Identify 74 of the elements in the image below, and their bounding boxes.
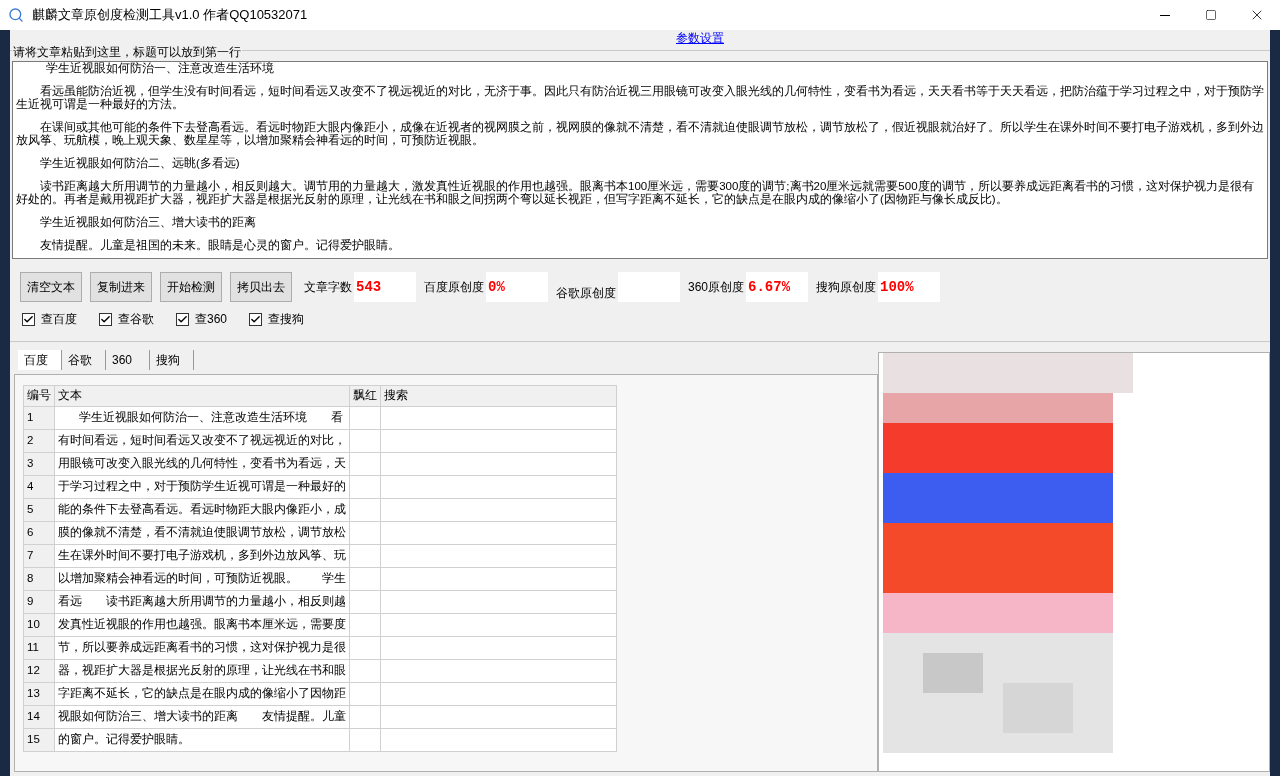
- stat-label: 360原创度: [688, 279, 745, 296]
- stat-field: 100%: [878, 272, 941, 302]
- row-number-cell: 10: [23, 613, 55, 637]
- table-cell: 以增加聚精会神看远的时间，可预防近视眼。 学生: [54, 567, 350, 591]
- group-label: 请将文章粘贴到这里，标题可以放到第一行: [12, 43, 242, 61]
- article-text-area[interactable]: [12, 61, 1268, 259]
- stat-label: 文章字数: [304, 279, 352, 296]
- check-icon: [23, 313, 34, 325]
- checkbox[interactable]: [22, 312, 35, 326]
- maximize-icon: [1205, 9, 1217, 21]
- row-number-cell: 2: [23, 429, 55, 453]
- article-paragraph: 读书距离越大所用调节的力量越小，相反则越大。调节用的力量越大，激发真性近视眼的作用也越强。眼离书本100厘米远，需要300度的调节;离书20厘米远就需要500度的调节，所以要养成远距离看书的习惯，这对保护视力是很有好处的。再者是戴用视距扩大器，视距扩大器是根据光反射的原理，让光线在书和眼之间拐两个弯以延长视距，但写字距离不延长，它的缺点是在眼内成的像缩小了(因物距与像长成反比)。: [16, 180, 1255, 206]
- stat-label: 百度原创度: [424, 279, 484, 296]
- row-number-cell: 11: [23, 636, 55, 660]
- table-cell: 节，所以要养成远距离看书的习惯，这对保护视力是很: [54, 636, 350, 660]
- table-cell: 字距离不延长，它的缺点是在眼内成的像缩小了因物距: [54, 682, 350, 706]
- row-number-cell: 9: [23, 590, 55, 614]
- checkbox-label: 查搜狗: [268, 311, 305, 328]
- magnifier-icon: [8, 7, 24, 23]
- stat-field: 543: [354, 272, 416, 302]
- table-cell: 看远 读书距离越大所用调节的力量越小，相反则越: [54, 590, 350, 614]
- checkbox-label: 查百度: [41, 311, 77, 328]
- article-paragraph: 友情提醒。儿童是祖国的未来。眼睛是心灵的窗户。记得爱护眼睛。: [39, 239, 401, 252]
- row-number-cell: 7: [23, 544, 55, 568]
- window-title: 麒麟文章原创度检测工具v1.0 作者QQ10532071: [32, 6, 308, 25]
- row-number-cell: 6: [23, 521, 55, 545]
- table-cell: 于学习过程之中，对于预防学生近视可谓是一种最好的: [54, 475, 350, 499]
- table-cell: 生在课外时间不要打电子游戏机，多到外边放风筝、玩: [54, 544, 350, 568]
- column-header[interactable]: 飘红: [349, 385, 381, 407]
- table-cell: 学生近视眼如何防治一、注意改造生活环境 看: [54, 406, 350, 430]
- column-header[interactable]: 编号: [23, 385, 55, 407]
- stat-label: 谷歌原创度: [556, 285, 616, 302]
- checkbox[interactable]: [176, 312, 189, 326]
- action-button[interactable]: 开始检测: [160, 272, 222, 302]
- row-number-cell: 1: [23, 406, 55, 430]
- article-paragraph: 看远虽能防治近视，但学生没有时间看远，短时间看远又改变不了视远视近的对比，无济于事。因此只有防治近视三用眼镜可改变入眼光线的几何特性，变看书为看远，天天看书等于天天看远，把防治蕴于学习过程之中，对于预防学生近视可谓是一种最好的方法。: [16, 85, 1264, 111]
- article-paragraph: 学生近视眼如何防治一、注意改造生活环境: [45, 62, 275, 75]
- check-icon: [250, 313, 262, 325]
- table-cell: 有时间看远，短时间看远又改变不了视远视近的对比，: [54, 429, 350, 453]
- minimize-icon: [1160, 14, 1170, 16]
- row-number-cell: 15: [23, 728, 55, 752]
- row-number-cell: 14: [23, 705, 55, 729]
- table-cell: 发真性近视眼的作用也越强。眼离书本厘米远，需要度: [54, 613, 350, 637]
- action-button[interactable]: 清空文本: [20, 272, 82, 302]
- article-paragraph: 学生近视眼如何防治三、增大读书的距离: [39, 216, 257, 229]
- action-button[interactable]: 拷贝出去: [230, 272, 292, 302]
- row-number-cell: 13: [23, 682, 55, 706]
- stat-label: 搜狗原创度: [816, 279, 877, 296]
- checkbox[interactable]: [99, 312, 112, 326]
- row-number-cell: 8: [23, 567, 55, 591]
- column-header[interactable]: 搜索: [380, 385, 617, 407]
- checkbox-label: 查360: [195, 311, 228, 328]
- row-number-cell: 12: [23, 659, 55, 683]
- stat-field: 6.67%: [746, 272, 809, 302]
- table-cell: 膜的像就不清楚，看不清就迫使眼调节放松，调节放松: [54, 521, 350, 545]
- table-cell: 视眼如何防治三、增大读书的距离 友情提醒。儿童: [54, 705, 350, 729]
- table-cell: 器，视距扩大器是根据光反射的原理，让光线在书和眼: [54, 659, 350, 683]
- row-number-cell: 3: [23, 452, 55, 476]
- table-cell: 用眼镜可改变入眼光线的几何特性，变看书为看远，天: [54, 452, 350, 476]
- settings-link[interactable]: 参数设置: [676, 29, 724, 47]
- article-paragraph: 在课间或其他可能的条件下去登高看远。看远时物距大眼内像距小，成像在近视者的视网膜之前，视网膜的像就不清楚，看不清就迫使眼调节放松，调节放松了，假近视眼就治好了。所以学生在课外时间不要打电子游戏机，多到外边放风筝、玩航模，晚上观天象、数星星等，以增加聚精会神看远的时间，可预防近视眼。: [16, 121, 1264, 147]
- tab[interactable]: 百度: [18, 350, 62, 370]
- table-cell: 能的条件下去登高看远。看远时物距大眼内像距小，成: [54, 498, 350, 522]
- check-icon: [177, 313, 188, 325]
- table-cell: 的窗户。记得爱护眼睛。: [54, 728, 350, 752]
- action-button[interactable]: 复制进来: [90, 272, 152, 302]
- column-header[interactable]: 文本: [54, 385, 350, 407]
- article-paragraph: 学生近视眼如何防治二、远眺(多看远): [39, 157, 241, 170]
- row-number-cell: 4: [23, 475, 55, 499]
- check-icon: [100, 313, 111, 325]
- checkbox[interactable]: [249, 312, 263, 326]
- checkbox-label: 查谷歌: [118, 311, 154, 328]
- row-number-cell: 5: [23, 498, 55, 522]
- stat-field: 0%: [486, 272, 548, 302]
